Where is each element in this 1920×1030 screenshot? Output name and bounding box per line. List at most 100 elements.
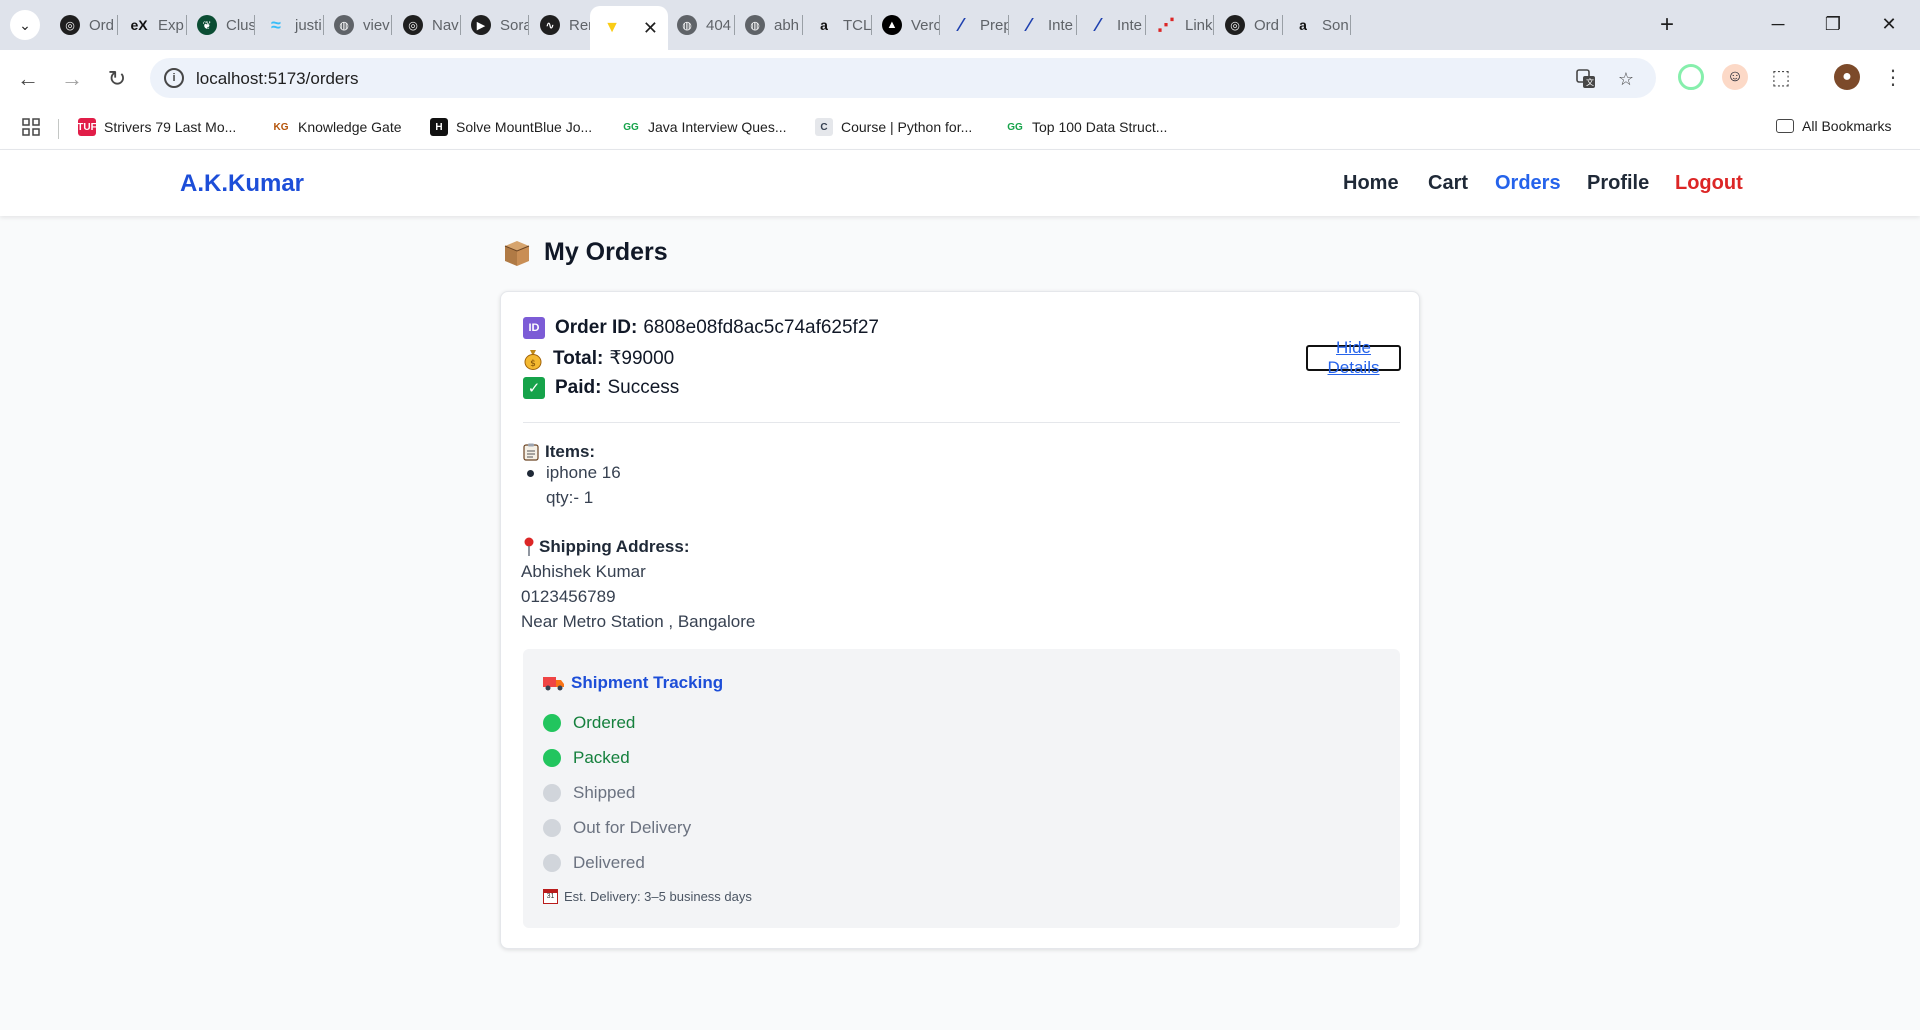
- tab-title: Exp: [158, 16, 184, 34]
- tab-favicon-icon: ▲: [882, 15, 902, 35]
- menu-kebab-icon[interactable]: ⋮: [1880, 64, 1906, 90]
- url-text[interactable]: localhost:5173/orders: [196, 69, 359, 89]
- total-label: Total:: [553, 347, 604, 369]
- order-id-row: ID Order ID: 6808e08fd8ac5c74af625f27: [523, 317, 879, 339]
- puzzle-icon[interactable]: ⬚: [1768, 64, 1794, 90]
- browser-tab[interactable]: ▶ Sora: [459, 8, 528, 42]
- tab-favicon-icon: ❦: [197, 15, 217, 35]
- bookmark-item[interactable]: H Solve MountBlue Jo...: [430, 118, 592, 136]
- all-bookmarks-label: All Bookmarks: [1802, 118, 1892, 134]
- nav-profile[interactable]: Profile: [1587, 172, 1649, 195]
- apps-grid-icon[interactable]: [22, 118, 40, 136]
- divider: [523, 422, 1400, 423]
- address-bar[interactable]: i localhost:5173/orders 文 ☆: [150, 58, 1656, 98]
- step-complete-dot: [543, 749, 561, 767]
- extension-avatar-icon[interactable]: ☺: [1722, 64, 1748, 90]
- money-bag-icon: $: [524, 349, 542, 370]
- browser-tab[interactable]: ◎ Nav: [391, 8, 460, 42]
- brand-logo[interactable]: A.K.Kumar: [180, 170, 304, 198]
- step-complete-dot: [543, 714, 561, 732]
- items-label: Items:: [545, 442, 596, 461]
- browser-tab[interactable]: ◍ viev: [322, 8, 391, 42]
- nav-orders[interactable]: Orders: [1495, 172, 1561, 195]
- tab-title: justi: [295, 16, 322, 34]
- nav-logout[interactable]: Logout: [1675, 172, 1743, 195]
- tab-favicon-icon: eX: [130, 17, 148, 33]
- tab-title: Son: [1322, 16, 1349, 34]
- minimize-button[interactable]: ─: [1755, 6, 1801, 42]
- step-label: Packed: [573, 748, 630, 767]
- profile-avatar[interactable]: ●: [1834, 64, 1860, 90]
- tab-active[interactable]: ▼ ✕: [590, 6, 668, 50]
- browser-tab[interactable]: ◍ 404: [665, 8, 734, 42]
- tracking-step: Delivered: [543, 853, 645, 873]
- bookmark-favicon-icon: GG: [1006, 118, 1024, 136]
- bookmark-item[interactable]: GG Top 100 Data Struct...: [1006, 118, 1167, 136]
- bookmark-favicon-icon: TUF: [77, 118, 97, 136]
- browser-tab[interactable]: ≈ justi: [254, 8, 323, 42]
- browser-tab[interactable]: ⋰ Link: [1144, 8, 1213, 42]
- tracking-step: Ordered: [543, 713, 635, 733]
- step-pending-dot: [543, 819, 561, 837]
- paid-value: Success: [607, 377, 680, 398]
- browser-tab[interactable]: ▲ Verc: [870, 8, 939, 42]
- browser-toolbar: ← → ↻ i localhost:5173/orders 文 ☆ ☺ ⬚ ● …: [0, 50, 1920, 108]
- bookmark-favicon-icon: GG: [622, 118, 640, 136]
- new-tab-button[interactable]: +: [1652, 10, 1682, 40]
- translate-icon[interactable]: 文: [1574, 67, 1598, 91]
- bookmark-favicon-icon: KG: [272, 118, 290, 136]
- bookmark-star-icon[interactable]: ☆: [1614, 67, 1638, 91]
- close-window-button[interactable]: ✕: [1866, 6, 1912, 42]
- back-icon[interactable]: ←: [13, 64, 43, 94]
- bookmark-item[interactable]: TUF Strivers 79 Last Mo...: [77, 118, 236, 136]
- forward-icon[interactable]: →: [57, 64, 87, 94]
- extension-icon[interactable]: [1678, 64, 1704, 90]
- order-id-value: 6808e08fd8ac5c74af625f27: [643, 317, 879, 338]
- tab-favicon-icon: ▶: [471, 15, 491, 35]
- tab-favicon-icon: ◎: [1225, 15, 1245, 35]
- browser-tab[interactable]: ⁄ Inte: [1007, 8, 1076, 42]
- tab-search-button[interactable]: ⌄: [10, 10, 40, 40]
- tracking-title: Shipment Tracking: [571, 673, 724, 692]
- bookmark-item[interactable]: C Course | Python for...: [815, 118, 972, 136]
- browser-tab[interactable]: ◎ Ord: [48, 8, 117, 42]
- bookmark-label: Java Interview Ques...: [648, 119, 787, 135]
- nav-cart[interactable]: Cart: [1428, 172, 1468, 195]
- browser-tab[interactable]: ⁄ Prep: [939, 8, 1007, 42]
- bookmark-label: Knowledge Gate: [298, 119, 402, 135]
- bookmarks-bar: TUF Strivers 79 Last Mo... KG Knowledge Gat…: [0, 108, 1920, 150]
- tab-close-icon[interactable]: ✕: [643, 18, 658, 39]
- bookmark-label: Top 100 Data Struct...: [1032, 119, 1168, 135]
- browser-tab[interactable]: ◎ Ord: [1213, 8, 1282, 42]
- tab-title: viev: [363, 16, 390, 34]
- bookmark-item[interactable]: GG Java Interview Ques...: [622, 118, 787, 136]
- step-pending-dot: [543, 854, 561, 872]
- step-label: Shipped: [573, 783, 636, 802]
- clipboard-icon: [523, 443, 539, 461]
- tab-title: Link: [1185, 16, 1213, 34]
- reload-icon[interactable]: ↻: [102, 64, 132, 94]
- browser-tab[interactable]: eX Exp: [117, 8, 186, 42]
- tab-favicon-icon: ⋰: [1157, 14, 1175, 35]
- nav-home[interactable]: Home: [1343, 172, 1399, 195]
- hide-details-button[interactable]: Hide Details: [1306, 338, 1401, 377]
- browser-tab[interactable]: ⁄ Inte: [1076, 8, 1145, 42]
- browser-tab[interactable]: ◍ abh: [733, 8, 802, 42]
- bookmark-label: Course | Python for...: [841, 119, 973, 135]
- tab-title: TCL: [843, 16, 871, 34]
- browser-tab[interactable]: a Son: [1281, 8, 1350, 42]
- browser-tab[interactable]: ❦ Clus: [185, 8, 254, 42]
- shipping-heading: Shipping Address:: [523, 537, 690, 557]
- tab-favicon-icon: ◍: [677, 15, 697, 35]
- check-icon: ✓: [523, 377, 545, 399]
- step-label: Ordered: [573, 713, 636, 732]
- all-bookmarks[interactable]: All Bookmarks: [1776, 118, 1891, 134]
- tab-favicon-icon: ⁄: [1027, 14, 1031, 35]
- browser-tab[interactable]: ∿ Ren: [528, 8, 597, 42]
- bookmark-item[interactable]: KG Knowledge Gate: [272, 118, 402, 136]
- site-info-icon[interactable]: i: [164, 68, 184, 88]
- step-label: Out for Delivery: [573, 818, 692, 837]
- browser-tab[interactable]: a TCL: [802, 8, 871, 42]
- bookmarks-divider: [58, 119, 59, 139]
- restore-button[interactable]: ❐: [1810, 6, 1856, 42]
